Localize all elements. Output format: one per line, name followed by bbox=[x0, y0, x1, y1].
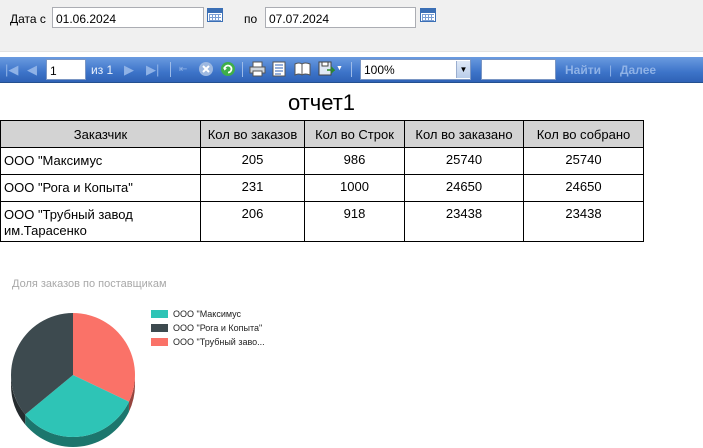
orders-cell: 231 bbox=[200, 174, 305, 202]
legend-label: ООО "Рога и Копыта" bbox=[173, 323, 263, 333]
collected-cell: 25740 bbox=[523, 147, 644, 175]
next-page-icon[interactable]: ▶ bbox=[124, 62, 134, 77]
report-toolbar: |◀ ◀ из 1 ▶ ▶| ⇤ ▼ 100% ▼ Найти | Далее bbox=[0, 57, 703, 83]
date-from-input[interactable] bbox=[52, 7, 204, 28]
chart-legend: ООО "Максимус ООО "Рога и Копыта" ООО "Т… bbox=[151, 307, 265, 349]
ordered-cell: 24650 bbox=[404, 174, 524, 202]
ordered-cell: 25740 bbox=[404, 147, 524, 175]
table-header-row: Заказчик Кол во заказов Кол во Строк Кол… bbox=[0, 120, 644, 148]
print-layout-icon[interactable] bbox=[272, 61, 287, 77]
page-count-label: из 1 bbox=[91, 63, 114, 77]
lines-cell: 986 bbox=[304, 147, 405, 175]
collected-cell: 24650 bbox=[523, 174, 644, 202]
orders-cell: 206 bbox=[200, 201, 305, 242]
orders-cell: 205 bbox=[200, 147, 305, 175]
date-to-label: по bbox=[244, 12, 258, 26]
report-title: отчет1 bbox=[287, 90, 356, 115]
page-setup-icon[interactable] bbox=[294, 61, 311, 77]
table-row: ООО "Максимус 205 986 25740 25740 bbox=[0, 147, 644, 175]
lines-cell: 1000 bbox=[304, 174, 405, 202]
report-table: Заказчик Кол во заказов Кол во Строк Кол… bbox=[0, 120, 644, 242]
column-header: Кол во собрано bbox=[523, 120, 644, 148]
print-icon[interactable] bbox=[249, 61, 266, 77]
ordered-cell: 23438 bbox=[404, 201, 524, 242]
calendar-icon[interactable] bbox=[207, 8, 223, 22]
pie-chart bbox=[11, 313, 135, 447]
export-icon[interactable] bbox=[318, 61, 335, 77]
zoom-value: 100% bbox=[364, 63, 395, 77]
legend-swatch bbox=[151, 310, 168, 318]
back-icon[interactable]: ⇤ bbox=[179, 62, 187, 77]
next-link[interactable]: Далее bbox=[620, 63, 656, 77]
legend-item: ООО "Трубный заво... bbox=[151, 335, 265, 349]
legend-label: ООО "Трубный заво... bbox=[173, 337, 265, 347]
refresh-icon[interactable] bbox=[220, 61, 236, 77]
table-row: ООО "Трубный завод им.Тарасенко 206 918 … bbox=[0, 201, 644, 242]
toolbar-divider: | bbox=[609, 63, 613, 77]
toolbar-separator bbox=[242, 62, 243, 77]
chevron-down-icon[interactable]: ▼ bbox=[456, 61, 470, 78]
parameters-panel: Дата с по bbox=[0, 0, 703, 52]
legend-swatch bbox=[151, 324, 168, 332]
lines-cell: 918 bbox=[304, 201, 405, 242]
chart-title: Доля заказов по поставщикам bbox=[12, 278, 167, 290]
customer-cell: ООО "Максимус bbox=[0, 147, 201, 175]
find-input[interactable] bbox=[481, 59, 556, 80]
customer-cell: ООО "Рога и Копыта" bbox=[0, 174, 201, 202]
previous-page-icon[interactable]: ◀ bbox=[27, 62, 37, 77]
page-number-input[interactable] bbox=[46, 59, 86, 80]
find-link[interactable]: Найти bbox=[565, 63, 601, 77]
zoom-select[interactable]: 100% ▼ bbox=[360, 59, 471, 80]
column-header: Кол во заказано bbox=[404, 120, 524, 148]
export-dropdown-icon[interactable]: ▼ bbox=[336, 65, 343, 72]
column-header: Заказчик bbox=[0, 120, 201, 148]
table-row: ООО "Рога и Копыта" 231 1000 24650 24650 bbox=[0, 174, 644, 202]
legend-label: ООО "Максимус bbox=[173, 309, 242, 319]
customer-cell: ООО "Трубный завод им.Тарасенко bbox=[0, 201, 201, 242]
toolbar-separator bbox=[351, 62, 352, 77]
legend-swatch bbox=[151, 338, 168, 346]
column-header: Кол во Строк bbox=[304, 120, 405, 148]
date-from-label: Дата с bbox=[10, 12, 46, 26]
collected-cell: 23438 bbox=[523, 201, 644, 242]
legend-item: ООО "Рога и Копыта" bbox=[151, 321, 265, 335]
stop-icon[interactable] bbox=[198, 61, 214, 77]
date-to-input[interactable] bbox=[265, 7, 416, 28]
legend-item: ООО "Максимус bbox=[151, 307, 265, 321]
last-page-icon[interactable]: ▶| bbox=[146, 62, 159, 77]
column-header: Кол во заказов bbox=[200, 120, 305, 148]
calendar-icon[interactable] bbox=[420, 8, 436, 22]
first-page-icon[interactable]: |◀ bbox=[5, 62, 18, 77]
toolbar-separator bbox=[170, 62, 171, 77]
